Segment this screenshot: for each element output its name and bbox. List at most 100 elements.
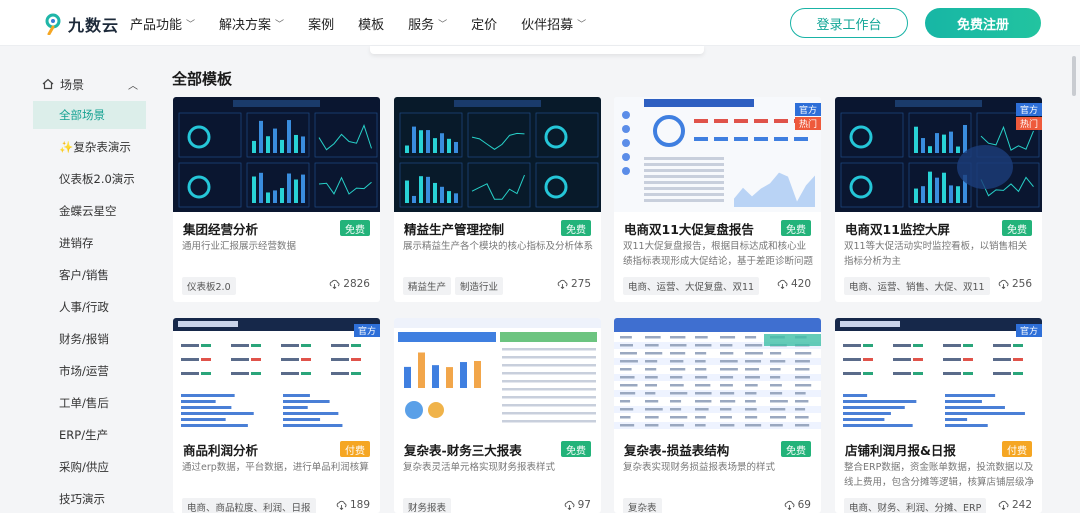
download-count: 69: [784, 499, 811, 511]
sidebar-group-label: 场景: [60, 77, 85, 92]
tag-list: 电商、商品粒度、利润、日报: [182, 498, 320, 513]
template-card[interactable]: 官方店铺利润月报&日报 付费整合ERP数据，资金账单数据，投流数据以及线上费用，包…: [835, 318, 1042, 513]
nav-dropdown-edge: [370, 46, 704, 54]
sidebar-item-11[interactable]: 采购/供应: [33, 453, 146, 481]
official-badge: 官方: [1016, 103, 1042, 116]
tag-list: 精益生产 制造行业: [403, 277, 507, 295]
sidebar: 场景 ︿ 全部场景 ✨复杂表演示 仪表板2.0演示 金蝶云星空进销存客户/销售人事/行…: [0, 60, 160, 513]
template-thumbnail[interactable]: [394, 318, 601, 433]
template-title[interactable]: 店铺利润月报&日报: [845, 440, 956, 459]
brand-logo[interactable]: 九数云: [44, 12, 119, 36]
sidebar-item-4[interactable]: 进销存: [33, 229, 146, 257]
tag-list: 财务报表: [403, 498, 455, 513]
sidebar-group-scene[interactable]: 场景 ︿: [42, 74, 142, 94]
sidebar-item-3[interactable]: 金蝶云星空: [33, 197, 146, 225]
template-description: 展示精益生产各个模块的核心指标及分析体系: [403, 241, 593, 252]
download-number: 275: [570, 278, 591, 290]
nav-item-1[interactable]: 解决方案 ﹀: [219, 14, 284, 33]
template-title[interactable]: 复杂表-财务三大报表: [404, 440, 522, 459]
download-number: 420: [790, 278, 811, 290]
template-title[interactable]: 电商双11大促复盘报告: [624, 219, 754, 238]
sidebar-item-8[interactable]: 市场/运营: [33, 357, 146, 385]
template-card[interactable]: 集团经营分析 免费 通用行业汇报展示经营数据 仪表板2.0 2826: [173, 97, 380, 302]
nav-item-0[interactable]: 产品功能 ﹀: [130, 14, 195, 33]
template-thumbnail[interactable]: [835, 318, 1042, 433]
chevron-up-icon[interactable]: ︿: [128, 77, 138, 92]
tag: 电商、运营、销售、大促、双11: [844, 277, 990, 295]
template-description: 整合ERP数据，资金账单数据，投流数据以及线上费用，包含分摊等逻辑，核算店铺层级…: [844, 462, 1034, 488]
download-count: 97: [564, 499, 591, 511]
template-title[interactable]: 集团经营分析: [183, 219, 258, 238]
cloud-download-icon: [564, 500, 575, 510]
template-description: 通过erp数据，平台数据，进行单品利润核算: [182, 462, 369, 473]
main-nav: 产品功能 ﹀ 解决方案 ﹀ 案例 模板 服务 ﹀ 定价 伙伴招募 ﹀: [130, 0, 610, 46]
template-title[interactable]: 电商双11监控大屏: [845, 219, 950, 238]
download-number: 242: [1011, 499, 1032, 511]
cloud-download-icon: [329, 279, 340, 289]
register-button[interactable]: 免费注册: [925, 8, 1041, 38]
tag: 精益生产: [403, 277, 452, 295]
cloud-download-icon: [998, 279, 1009, 289]
price-badge: 免费: [781, 220, 811, 236]
top-navbar: 九数云 产品功能 ﹀ 解决方案 ﹀ 案例 模板 服务 ﹀ 定价 伙伴招募 ﹀ 登录工作台 免费注册: [0, 0, 1080, 46]
template-thumbnail[interactable]: [835, 97, 1042, 212]
tag: 财务报表: [403, 498, 452, 513]
template-description: 双11等大促活动实时监控看板，以销售相关指标分析为主: [844, 241, 1028, 267]
sidebar-item-6[interactable]: 人事/行政: [33, 293, 146, 321]
sidebar-item-1[interactable]: ✨复杂表演示: [33, 133, 146, 161]
template-title[interactable]: 复杂表-损益表结构: [624, 440, 729, 459]
price-badge: 付费: [1002, 441, 1032, 457]
template-thumbnail[interactable]: [173, 97, 380, 212]
chevron-down-icon: ﹀: [275, 19, 285, 30]
chevron-down-icon: ﹀: [438, 19, 448, 30]
sidebar-item-10[interactable]: ERP/生产: [33, 421, 146, 449]
hot-badge: 热门: [1016, 117, 1042, 130]
template-card[interactable]: 复杂表-财务三大报表 免费 复杂表灵活单元格实现财务报表样式 财务报表 97: [394, 318, 601, 513]
login-button[interactable]: 登录工作台: [790, 8, 908, 38]
nav-item-label: 服务: [408, 17, 435, 33]
sidebar-item-2[interactable]: 仪表板2.0演示: [33, 165, 146, 193]
nav-item-4[interactable]: 服务 ﹀: [408, 14, 447, 33]
nav-item-6[interactable]: 伙伴招募 ﹀: [521, 14, 586, 33]
template-thumbnail[interactable]: [614, 318, 821, 433]
tag-list: 复杂表: [623, 498, 666, 513]
official-badge: 官方: [354, 324, 380, 337]
template-card[interactable]: 精益生产管理控制 免费 展示精益生产各个模块的核心指标及分析体系 精益生产 制造行业 27…: [394, 97, 601, 302]
tag: 电商、财务、利润、分摊、ERP: [844, 498, 987, 513]
nav-item-3[interactable]: 模板: [358, 14, 384, 33]
tag-list: 电商、运营、大促复盘、双11: [623, 277, 763, 295]
template-card[interactable]: 官方 热门 电商双11大促复盘报告 免费 双11大促复盘报告，根据目标达成和核心业绩指标…: [614, 97, 821, 302]
template-card[interactable]: 复杂表-损益表结构 免费 复杂表实现财务损益报表场景的样式 复杂表 69: [614, 318, 821, 513]
nav-item-2[interactable]: 案例: [308, 14, 334, 33]
nav-item-label: 定价: [471, 17, 498, 33]
sidebar-item-12[interactable]: 技巧演示: [33, 485, 146, 513]
tag-list: 仪表板2.0: [182, 277, 240, 295]
template-thumbnail[interactable]: [614, 97, 821, 212]
template-card[interactable]: 官方 热门 电商双11监控大屏 免费 双11等大促活动实时监控看板，以销售相关指标分析为…: [835, 97, 1042, 302]
sidebar-item-5[interactable]: 客户/销售: [33, 261, 146, 289]
download-count: 420: [777, 278, 811, 290]
cloud-download-icon: [336, 500, 347, 510]
download-count: 275: [557, 278, 591, 290]
price-badge: 免费: [561, 441, 591, 457]
brand-name: 九数云: [68, 16, 120, 35]
template-title[interactable]: 商品利润分析: [183, 440, 258, 459]
tag: 电商、运营、大促复盘、双11: [623, 277, 760, 295]
template-thumbnail[interactable]: [173, 318, 380, 433]
nav-item-label: 解决方案: [219, 17, 272, 33]
official-badge: 官方: [795, 103, 821, 116]
chevron-down-icon: ﹀: [186, 19, 196, 30]
sidebar-item-9[interactable]: 工单/售后: [33, 389, 146, 417]
price-badge: 免费: [781, 441, 811, 457]
template-description: 双11大促复盘报告，根据目标达成和核心业绩指标表现形成大促结论，基于差距诊断问题…: [623, 241, 813, 267]
sidebar-item-7[interactable]: 财务/报销: [33, 325, 146, 353]
scrollbar-thumb[interactable]: [1072, 56, 1076, 96]
sidebar-item-0[interactable]: 全部场景: [33, 101, 146, 129]
template-card[interactable]: 官方 商品利润分析 付费 通过erp数据，平台数据，进行单品利润核算 电商、商品粒度、利…: [173, 318, 380, 513]
page-title: 全部模板: [172, 70, 233, 88]
template-thumbnail[interactable]: [394, 97, 601, 212]
official-badge: 官方: [1016, 324, 1042, 337]
template-title[interactable]: 精益生产管理控制: [404, 219, 504, 238]
nav-item-5[interactable]: 定价: [471, 14, 497, 33]
tag: 制造行业: [455, 277, 504, 295]
